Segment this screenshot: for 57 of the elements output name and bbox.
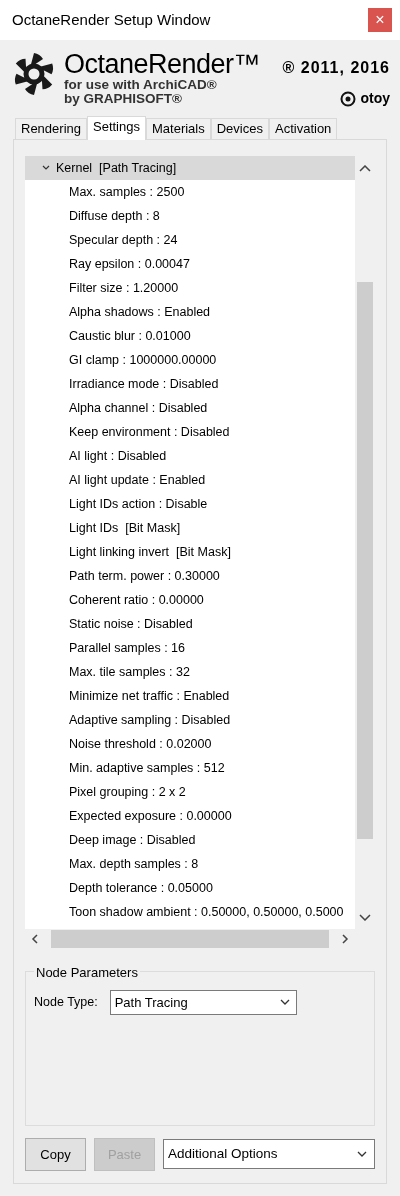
tree-item[interactable]: Filter size : 1.20000 xyxy=(25,276,355,300)
tree-item[interactable]: Max. tile samples : 32 xyxy=(25,660,355,684)
tree-item[interactable]: Max. depth samples : 8 xyxy=(25,852,355,876)
tree-item[interactable]: GI clamp : 1000000.00000 xyxy=(25,348,355,372)
tree-item[interactable]: Ray epsilon : 0.00047 xyxy=(25,252,355,276)
tree-item[interactable]: Parallel samples : 16 xyxy=(25,636,355,660)
tree-item[interactable]: Path term. power : 0.30000 xyxy=(25,564,355,588)
subtitle: by GRAPHISOFT® xyxy=(64,92,183,106)
close-button[interactable]: × xyxy=(368,8,392,32)
scrollbar-thumb[interactable] xyxy=(51,930,329,948)
tab[interactable]: Devices xyxy=(210,118,269,139)
group-title: Node Parameters xyxy=(34,965,140,980)
scroll-up-icon xyxy=(359,165,371,172)
tree-item[interactable]: Deep image : Disabled xyxy=(25,828,355,852)
tree-item[interactable]: Min. adaptive samples : 512 xyxy=(25,756,355,780)
tree-item[interactable]: Expected exposure : 0.00000 xyxy=(25,804,355,828)
tree-item[interactable]: Light IDs action : Disable xyxy=(25,492,355,516)
tree-item[interactable]: Coherent ratio : 0.00000 xyxy=(25,588,355,612)
tab[interactable]: Settings xyxy=(87,116,146,140)
tree-item[interactable]: Noise threshold : 0.02000 xyxy=(25,732,355,756)
tree-item[interactable]: Alpha shadows : Enabled xyxy=(25,300,355,324)
tree-item[interactable]: Max. samples : 2500 xyxy=(25,180,355,204)
chevron-down-icon xyxy=(356,1150,368,1158)
tree-item[interactable]: AI light update : Enabled xyxy=(25,468,355,492)
tab[interactable]: Materials xyxy=(146,118,211,139)
tree-item[interactable]: AI light : Disabled xyxy=(25,444,355,468)
node-type-dropdown[interactable]: Path Tracing xyxy=(109,989,297,1015)
tree-item[interactable]: Light IDs [Bit Mask] xyxy=(25,516,355,540)
tree-node[interactable]: Kernel [Path Tracing] xyxy=(25,156,355,180)
product-name: OctaneRender™ xyxy=(64,50,261,78)
vendor-logo-icon xyxy=(340,90,357,107)
tree-item[interactable]: Toon shadow ambient : 0.50000, 0.50000, 0.5000 xyxy=(25,900,355,924)
field-label: Node Type: xyxy=(34,993,98,1011)
tree-item[interactable]: Static noise : Disabled xyxy=(25,612,355,636)
tree-item[interactable]: Light linking invert [Bit Mask] xyxy=(25,540,355,564)
subtitle: for use with ArchiCAD® xyxy=(64,78,218,92)
copy-button[interactable]: Copy xyxy=(25,1138,86,1171)
tree-item[interactable]: Minimize net traffic : Enabled xyxy=(25,684,355,708)
tree-item[interactable]: Alpha channel : Disabled xyxy=(25,396,355,420)
scrollbar-thumb[interactable] xyxy=(357,282,373,839)
tab[interactable]: Rendering xyxy=(15,118,87,139)
tree-item[interactable]: Caustic blur : 0.01000 xyxy=(25,324,355,348)
tree-item[interactable]: Keep environment : Disabled xyxy=(25,420,355,444)
tree-item[interactable]: Irradiance mode : Disabled xyxy=(25,372,355,396)
copyright-text: ® 2011, 2016 xyxy=(282,58,390,78)
tree-item[interactable]: Diffuse depth : 8 xyxy=(25,204,355,228)
chevron-down-icon xyxy=(278,998,291,1007)
tree-item[interactable]: Pixel grouping : 2 x 2 xyxy=(25,780,355,804)
chevron-down-icon xyxy=(41,164,51,172)
vendor-name: otoy xyxy=(360,89,390,108)
scroll-down-icon xyxy=(359,914,371,921)
tab[interactable]: Activation xyxy=(269,118,338,139)
tree-item[interactable]: Specular depth : 24 xyxy=(25,228,355,252)
tree-item[interactable]: Depth tolerance : 0.05000 xyxy=(25,876,355,900)
options-dropdown[interactable]: Additional Options xyxy=(163,1139,375,1169)
tree-item[interactable]: Adaptive sampling : Disabled xyxy=(25,708,355,732)
window-title: OctaneRender Setup Window xyxy=(12,9,211,30)
